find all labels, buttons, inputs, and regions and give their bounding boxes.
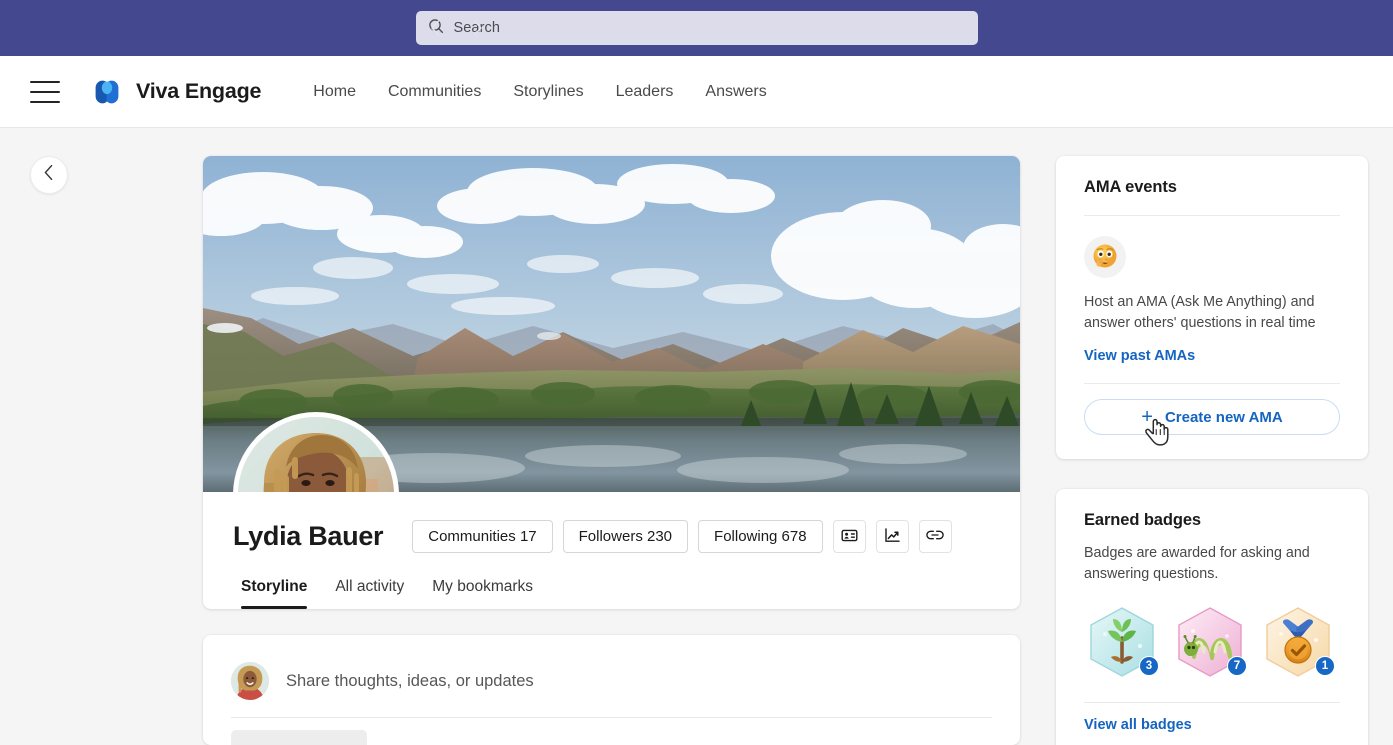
composer-placeholder: Share thoughts, ideas, or updates bbox=[286, 672, 534, 691]
badge-count: 1 bbox=[1315, 656, 1335, 676]
post-composer[interactable]: Share thoughts, ideas, or updates bbox=[203, 635, 1020, 745]
right-sidebar: AMA events Host an AMA bbox=[1056, 156, 1368, 745]
main-navigation: Home Communities Storylines Leaders Answ… bbox=[303, 77, 782, 107]
composer-divider bbox=[231, 717, 992, 718]
nav-item-leaders[interactable]: Leaders bbox=[600, 77, 690, 107]
face-with-hand-over-mouth-emoji bbox=[1084, 236, 1126, 278]
nav-item-home[interactable]: Home bbox=[303, 77, 372, 107]
tab-my-bookmarks[interactable]: My bookmarks bbox=[418, 574, 547, 609]
analytics-button[interactable] bbox=[876, 520, 909, 553]
medal-badge[interactable]: 1 bbox=[1260, 604, 1336, 684]
profile-cover-image bbox=[203, 156, 1020, 492]
followers-stat-button[interactable]: Followers 230 bbox=[563, 520, 688, 553]
create-ama-wrapper: + Create new AMA bbox=[1084, 399, 1340, 435]
viva-engage-logo-icon bbox=[91, 76, 123, 108]
seedling-badge[interactable]: 3 bbox=[1084, 604, 1160, 684]
earned-badges-title: Earned badges bbox=[1084, 511, 1340, 530]
profile-card: Lydia Bauer Communities 17 Followers 230… bbox=[203, 156, 1020, 609]
badge-count: 7 bbox=[1227, 656, 1247, 676]
page-body: Lydia Bauer Communities 17 Followers 230… bbox=[0, 128, 1393, 745]
earned-badges-description: Badges are awarded for asking and answer… bbox=[1084, 543, 1340, 585]
ama-events-title: AMA events bbox=[1084, 178, 1340, 197]
badge-count: 3 bbox=[1139, 656, 1159, 676]
brand-name-text: Viva Engage bbox=[136, 79, 261, 104]
plus-icon: + bbox=[1141, 407, 1153, 427]
view-past-amas-link[interactable]: View past AMAs bbox=[1084, 348, 1195, 364]
nav-item-storylines[interactable]: Storylines bbox=[497, 77, 599, 107]
create-new-ama-label: Create new AMA bbox=[1165, 409, 1283, 426]
back-arrow-button[interactable] bbox=[420, 13, 450, 43]
nav-item-communities[interactable]: Communities bbox=[372, 77, 497, 107]
divider bbox=[1084, 215, 1340, 216]
contact-card-button[interactable] bbox=[833, 520, 866, 553]
chevron-right-icon bbox=[471, 19, 484, 37]
tab-all-activity[interactable]: All activity bbox=[321, 574, 418, 609]
page-back-button[interactable] bbox=[30, 156, 68, 194]
divider bbox=[1084, 702, 1340, 703]
view-all-badges-link[interactable]: View all badges bbox=[1084, 717, 1192, 733]
ama-events-card: AMA events Host an AMA bbox=[1056, 156, 1368, 459]
tab-storyline[interactable]: Storyline bbox=[235, 574, 321, 609]
composer-action-pill[interactable] bbox=[231, 730, 367, 745]
divider bbox=[1084, 383, 1340, 384]
hamburger-menu-icon[interactable] bbox=[30, 81, 60, 103]
link-icon bbox=[926, 528, 944, 545]
following-stat-button[interactable]: Following 678 bbox=[698, 520, 823, 553]
copy-link-button[interactable] bbox=[919, 520, 952, 553]
profile-tabs: Storyline All activity My bookmarks bbox=[233, 574, 990, 609]
composer-avatar bbox=[231, 662, 269, 700]
badge-list: 3 bbox=[1084, 604, 1340, 684]
forward-arrow-button[interactable] bbox=[462, 13, 492, 43]
app-header: Viva Engage Home Communities Storylines … bbox=[0, 56, 1393, 128]
profile-name-row: Lydia Bauer Communities 17 Followers 230… bbox=[233, 520, 990, 553]
chevron-left-icon bbox=[43, 164, 55, 186]
search-input[interactable]: Search bbox=[416, 11, 978, 45]
earned-badges-card: Earned badges Badges are awarded for ask… bbox=[1056, 489, 1368, 745]
chevron-left-icon bbox=[429, 19, 442, 37]
brand-home-link[interactable]: Viva Engage bbox=[91, 76, 261, 108]
caterpillar-badge[interactable]: 7 bbox=[1172, 604, 1248, 684]
analytics-chart-icon bbox=[884, 527, 901, 547]
history-nav-arrows bbox=[420, 13, 492, 43]
create-new-ama-button[interactable]: + Create new AMA bbox=[1084, 399, 1340, 435]
contact-card-icon bbox=[841, 527, 858, 547]
main-content-column: Lydia Bauer Communities 17 Followers 230… bbox=[203, 156, 1020, 745]
top-navigation-bar: Search bbox=[0, 0, 1393, 56]
page-title: Lydia Bauer bbox=[233, 521, 383, 552]
composer-row: Share thoughts, ideas, or updates bbox=[231, 655, 992, 707]
communities-stat-button[interactable]: Communities 17 bbox=[412, 520, 552, 553]
ama-description: Host an AMA (Ask Me Anything) and answer… bbox=[1084, 292, 1340, 334]
nav-item-answers[interactable]: Answers bbox=[689, 77, 782, 107]
profile-info: Lydia Bauer Communities 17 Followers 230… bbox=[203, 492, 1020, 609]
